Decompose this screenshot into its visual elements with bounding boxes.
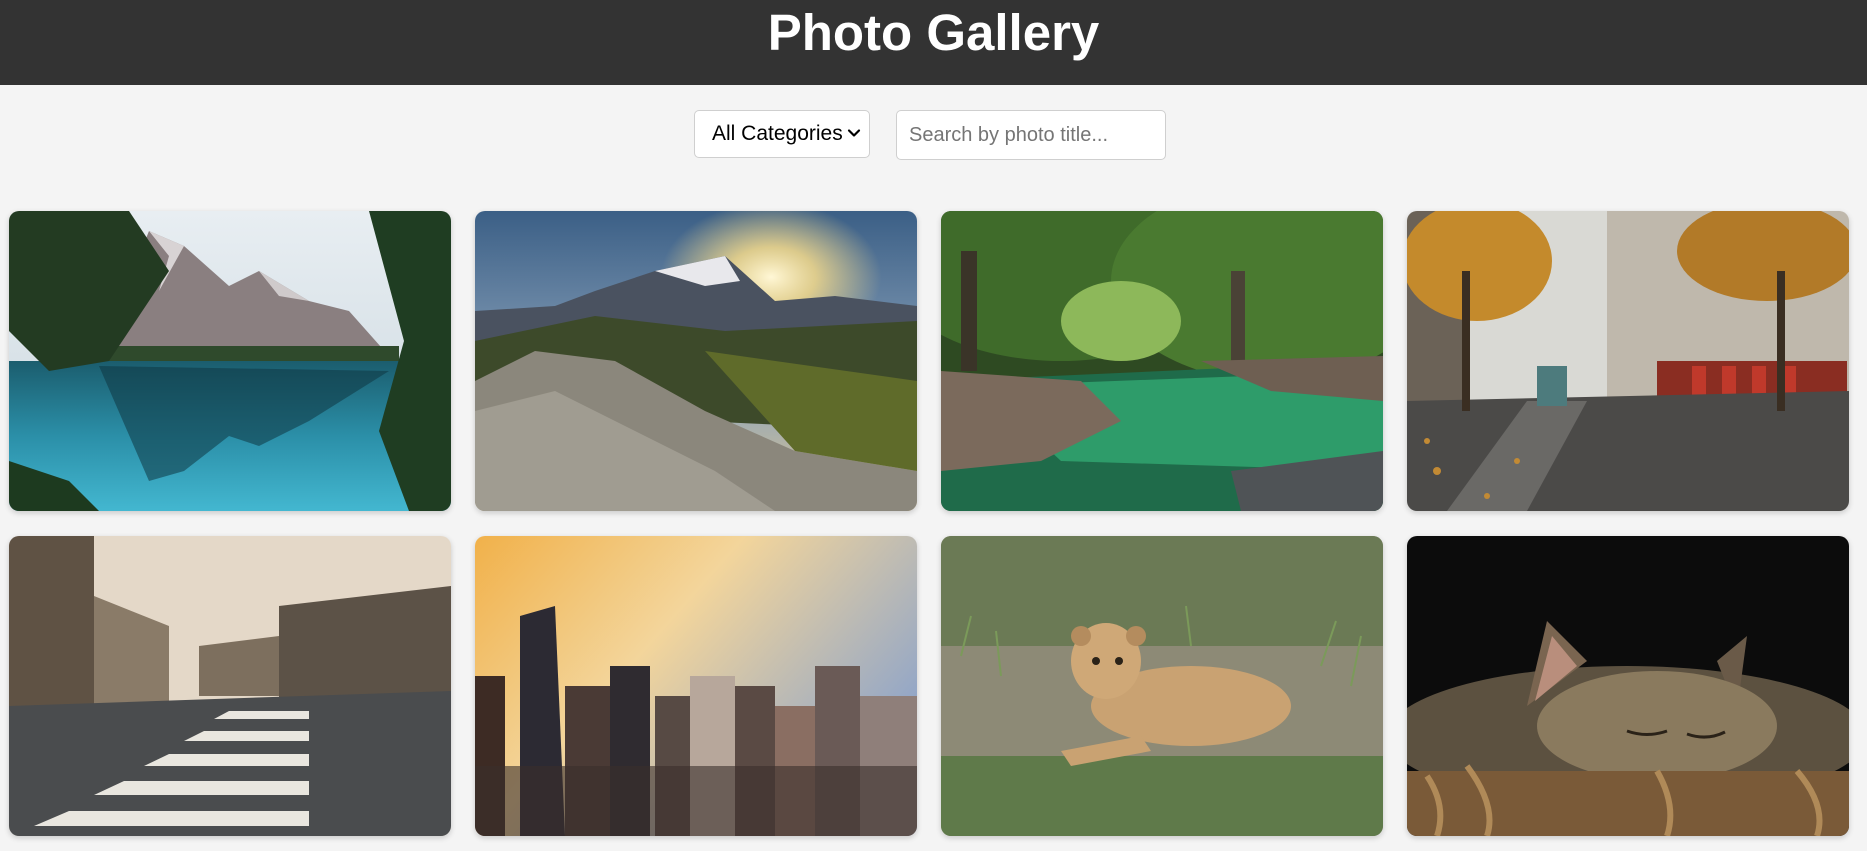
filter-bar: All Categories: [0, 110, 1867, 160]
photo-sleeping-cat: [1407, 536, 1849, 836]
page-title: Photo Gallery: [767, 4, 1100, 61]
photo-skyline: [475, 536, 917, 836]
photo-forest-river: [941, 211, 1383, 511]
category-select-value: All Categories: [712, 122, 843, 145]
category-select[interactable]: All Categories: [694, 110, 870, 158]
photo-card[interactable]: [1407, 211, 1849, 511]
photo-card[interactable]: [475, 536, 917, 836]
photo-card[interactable]: [9, 211, 451, 511]
photo-card[interactable]: [1407, 536, 1849, 836]
photo-mountain-sunset: [475, 211, 917, 511]
photo-grid: [9, 211, 1849, 836]
chevron-down-icon: [847, 129, 861, 137]
search-input[interactable]: [896, 110, 1166, 160]
page-header: Photo Gallery: [0, 0, 1867, 85]
photo-autumn-street: [1407, 211, 1849, 511]
photo-card[interactable]: [475, 211, 917, 511]
photo-crosswalk: [9, 536, 451, 836]
photo-lion-cub: [941, 536, 1383, 836]
photo-mountain-lake: [9, 211, 451, 511]
photo-card[interactable]: [941, 211, 1383, 511]
photo-card[interactable]: [941, 536, 1383, 836]
photo-card[interactable]: [9, 536, 451, 836]
